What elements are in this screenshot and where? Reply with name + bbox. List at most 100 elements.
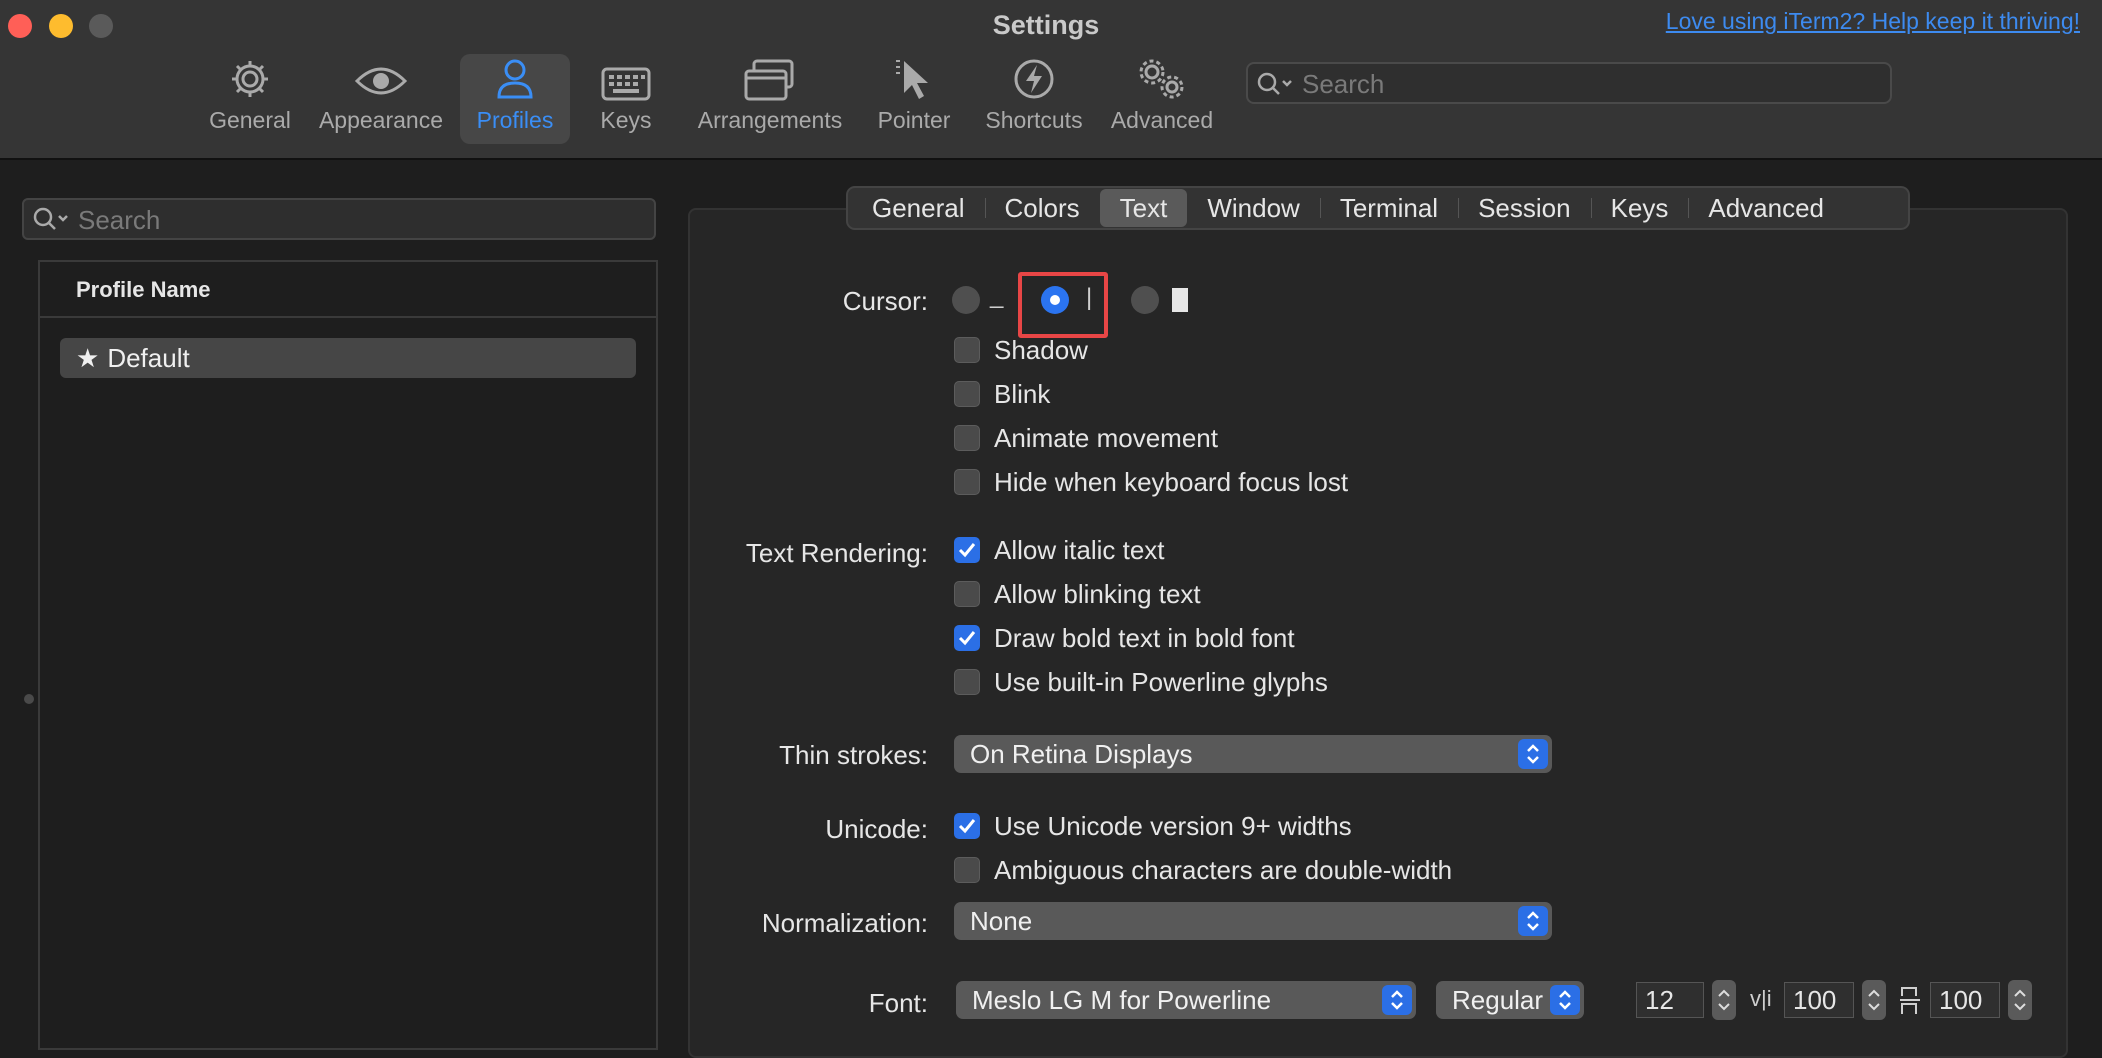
toolbar-label: Appearance <box>318 107 444 133</box>
profile-name-header[interactable]: Profile Name <box>40 262 656 318</box>
cursor-underline-radio[interactable] <box>952 286 980 314</box>
shadow-checkbox[interactable]: Shadow <box>954 334 1088 366</box>
chevron-updown-icon <box>1550 985 1580 1015</box>
windows-icon <box>744 59 794 101</box>
checkbox-box <box>954 469 980 495</box>
tab-general[interactable]: General <box>852 189 985 227</box>
profile-row-default[interactable]: ★ Default <box>60 338 636 378</box>
popup-value: Regular <box>1452 985 1544 1015</box>
toolbar-label: Advanced <box>1110 107 1214 133</box>
highlight-annotation <box>1018 272 1108 338</box>
checkbox-box <box>954 381 980 407</box>
toolbar-shortcuts[interactable]: Shortcuts <box>978 54 1090 144</box>
cursor-box-radio[interactable] <box>1131 286 1159 314</box>
toolbar-profiles[interactable]: Profiles <box>460 54 570 144</box>
unicode-9-widths-checkbox[interactable]: Use Unicode version 9+ widths <box>954 810 1352 842</box>
profile-tabs: General Colors Text Window Terminal Sess… <box>846 186 1910 230</box>
checkbox-box <box>954 337 980 363</box>
checkbox-label: Blink <box>994 378 1051 409</box>
checkbox-box <box>954 813 980 839</box>
checkmark-icon <box>958 819 976 834</box>
tab-text[interactable]: Text <box>1099 189 1188 227</box>
checkbox-label: Hide when keyboard focus lost <box>994 466 1349 497</box>
text-rendering-label: Text Rendering: <box>745 538 928 568</box>
vertical-spacing-field[interactable]: 100 <box>1930 982 2000 1018</box>
draw-bold-checkbox[interactable]: Draw bold text in bold font <box>954 622 1295 654</box>
toolbar-label: General <box>209 107 291 133</box>
tab-keys[interactable]: Keys <box>1590 189 1689 227</box>
checkmark-icon <box>958 543 976 558</box>
bolt-icon <box>1014 59 1054 99</box>
checkmark-icon <box>958 631 976 646</box>
checkbox-box <box>954 857 980 883</box>
checkbox-label: Use Unicode version 9+ widths <box>994 810 1352 841</box>
vertical-spacing-icon <box>1900 987 1920 1014</box>
ambiguous-double-width-checkbox[interactable]: Ambiguous characters are double-width <box>954 854 1452 886</box>
settings-search[interactable] <box>1246 62 1892 104</box>
popup-value: On Retina Displays <box>970 739 1193 769</box>
powerline-glyphs-checkbox[interactable]: Use built-in Powerline glyphs <box>954 666 1328 698</box>
toolbar-general[interactable]: General <box>200 54 300 144</box>
checkbox-label: Allow blinking text <box>994 578 1201 609</box>
profile-list: Profile Name ★ Default <box>38 260 658 1050</box>
toolbar-label: Keys <box>600 107 652 133</box>
horizontal-spacing-glyph: v|i <box>1750 986 1772 1011</box>
profile-search[interactable] <box>22 198 656 240</box>
profile-search-input[interactable] <box>76 200 650 240</box>
tab-session[interactable]: Session <box>1458 189 1591 227</box>
checkbox-box <box>954 625 980 651</box>
donate-link[interactable]: Love using iTerm2? Help keep it thriving… <box>1666 8 2080 35</box>
vertical-spacing-stepper[interactable] <box>2008 980 2032 1020</box>
tab-colors[interactable]: Colors <box>984 189 1100 227</box>
tab-advanced[interactable]: Advanced <box>1688 189 1844 227</box>
normalization-popup[interactable]: None <box>954 902 1552 940</box>
popup-value: None <box>970 906 1033 936</box>
chevron-updown-icon <box>1518 906 1548 936</box>
font-family-popup[interactable]: Meslo LG M for Powerline <box>956 981 1416 1019</box>
toolbar-advanced[interactable]: Advanced <box>1104 54 1220 144</box>
toolbar-pointer[interactable]: Pointer <box>866 54 962 144</box>
blink-checkbox[interactable]: Blink <box>954 378 1050 410</box>
checkbox-label: Ambiguous characters are double-width <box>994 854 1453 885</box>
font-weight-popup[interactable]: Regular <box>1436 981 1584 1019</box>
normalization-label: Normalization: <box>761 908 928 938</box>
hide-focus-lost-checkbox[interactable]: Hide when keyboard focus lost <box>954 466 1348 498</box>
toolbar-keys[interactable]: Keys <box>580 54 672 144</box>
underline-cursor-glyph: _ <box>990 282 1004 309</box>
font-size-stepper[interactable] <box>1712 980 1736 1020</box>
star-icon: ★ <box>76 343 100 373</box>
toolbar-label: Pointer <box>877 107 951 133</box>
checkbox-box <box>954 537 980 563</box>
toolbar-appearance[interactable]: Appearance <box>316 54 446 144</box>
toolbar-label: Arrangements <box>697 107 843 133</box>
font-label: Font: <box>868 988 928 1018</box>
horizontal-spacing-field[interactable]: 100 <box>1784 982 1854 1018</box>
font-size-field[interactable]: 12 <box>1636 982 1704 1018</box>
profile-name: Default <box>107 343 190 373</box>
checkbox-label: Allow italic text <box>994 534 1165 565</box>
tab-window[interactable]: Window <box>1187 189 1319 227</box>
allow-italic-checkbox[interactable]: Allow italic text <box>954 534 1165 566</box>
toolbar-label: Profiles <box>476 107 554 133</box>
split-view-handle[interactable] <box>24 694 34 704</box>
allow-blinking-checkbox[interactable]: Allow blinking text <box>954 578 1201 610</box>
thin-strokes-popup[interactable]: On Retina Displays <box>954 735 1552 773</box>
checkbox-box <box>954 425 980 451</box>
unicode-label: Unicode: <box>825 814 928 844</box>
title-bar: Settings Love using iTerm2? Help keep it… <box>0 0 2102 160</box>
search-icon <box>33 207 68 230</box>
gear-icon <box>232 61 268 97</box>
eye-icon <box>354 67 408 95</box>
search-icon <box>1257 72 1292 95</box>
animate-movement-checkbox[interactable]: Animate movement <box>954 422 1218 454</box>
settings-search-input[interactable] <box>1300 64 1886 104</box>
toolbar-arrangements[interactable]: Arrangements <box>690 54 850 144</box>
checkbox-label: Shadow <box>994 334 1088 365</box>
checkbox-box <box>954 581 980 607</box>
checkbox-label: Draw bold text in bold font <box>994 622 1295 653</box>
person-icon <box>497 59 533 99</box>
horizontal-spacing-stepper[interactable] <box>1862 980 1886 1020</box>
tab-terminal[interactable]: Terminal <box>1319 189 1458 227</box>
thin-strokes-label: Thin strokes: <box>779 740 928 770</box>
chevron-updown-icon <box>1518 739 1548 769</box>
